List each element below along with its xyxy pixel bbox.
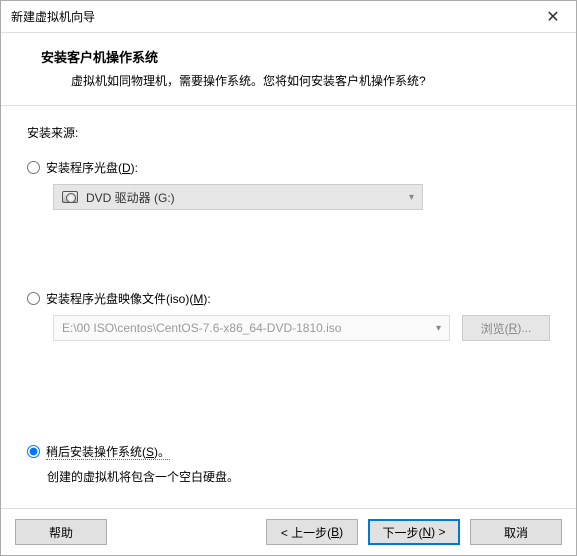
disc-drive-combo-text: DVD 驱动器 (G:) xyxy=(86,189,175,206)
header-desc: 虚拟机如同物理机，需要操作系统。您将如何安装客户机操作系统? xyxy=(71,72,546,89)
iso-path-text: E:\00 ISO\centos\CentOS-7.6-x86_64-DVD-1… xyxy=(62,321,341,335)
titlebar: 新建虚拟机向导 ✕ xyxy=(1,1,576,33)
close-icon: ✕ xyxy=(546,7,559,27)
radio-later[interactable] xyxy=(27,445,40,458)
next-button[interactable]: 下一步(N) > xyxy=(368,519,460,545)
option-later-row: 稍后安装操作系统(S)。 xyxy=(27,443,550,460)
titlebar-title: 新建虚拟机向导 xyxy=(11,8,95,25)
wizard-footer: 帮助 < 上一步(B) 下一步(N) > 取消 xyxy=(1,508,576,555)
radio-disc[interactable] xyxy=(27,161,40,174)
radio-iso[interactable] xyxy=(27,292,40,305)
browse-button: 浏览(R)... xyxy=(462,315,550,341)
install-source-label: 安装来源: xyxy=(27,124,550,141)
help-button[interactable]: 帮助 xyxy=(15,519,107,545)
dvd-drive-icon xyxy=(62,191,78,203)
radio-iso-label: 安装程序光盘映像文件(iso)(M): xyxy=(46,290,211,307)
disc-combo-block: DVD 驱动器 (G:) ▾ xyxy=(53,184,550,210)
header-title: 安装客户机操作系统 xyxy=(41,47,546,66)
iso-path-combo[interactable]: E:\00 ISO\centos\CentOS-7.6-x86_64-DVD-1… xyxy=(53,315,450,341)
chevron-down-icon: ▾ xyxy=(409,192,414,203)
iso-input-block: E:\00 ISO\centos\CentOS-7.6-x86_64-DVD-1… xyxy=(53,315,550,341)
wizard-content: 安装来源: 安装程序光盘(D): DVD 驱动器 (G:) ▾ 安装程序光盘映像… xyxy=(1,106,576,508)
wizard-header: 安装客户机操作系统 虚拟机如同物理机，需要操作系统。您将如何安装客户机操作系统? xyxy=(1,33,576,106)
radio-disc-label: 安装程序光盘(D): xyxy=(46,159,138,176)
disc-drive-combo[interactable]: DVD 驱动器 (G:) ▾ xyxy=(53,184,423,210)
new-vm-wizard-dialog: 新建虚拟机向导 ✕ 安装客户机操作系统 虚拟机如同物理机，需要操作系统。您将如何… xyxy=(0,0,577,556)
close-button[interactable]: ✕ xyxy=(530,1,576,32)
cancel-button[interactable]: 取消 xyxy=(470,519,562,545)
option-disc-row: 安装程序光盘(D): xyxy=(27,159,550,176)
option-later-desc: 创建的虚拟机将包含一个空白硬盘。 xyxy=(47,468,550,485)
back-button[interactable]: < 上一步(B) xyxy=(266,519,358,545)
option-iso-row: 安装程序光盘映像文件(iso)(M): xyxy=(27,290,550,307)
chevron-down-icon: ▾ xyxy=(436,323,441,334)
radio-later-label: 稍后安装操作系统(S)。 xyxy=(46,443,170,460)
